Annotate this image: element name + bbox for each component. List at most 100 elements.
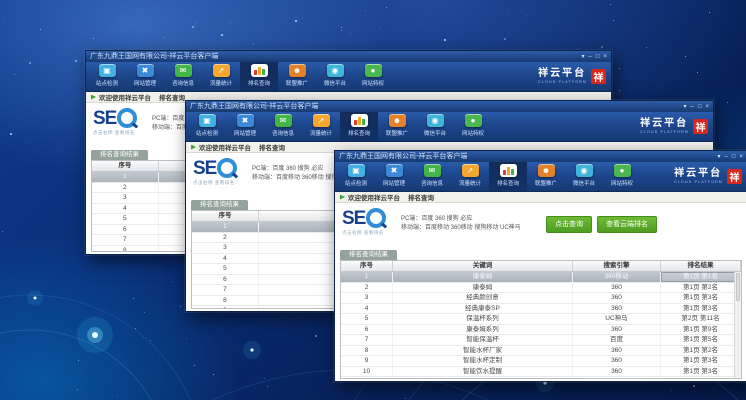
- alliance-promo-icon: ☻: [289, 64, 306, 77]
- brand-subtitle: CLOUD PLATFORM: [640, 130, 689, 134]
- cell-no: 2: [92, 183, 159, 193]
- toolbar-item-label: 联盟推广: [386, 129, 408, 137]
- cell-rank: 第1页 第2名: [661, 283, 741, 293]
- toolbar-item-label: 微信平台: [424, 129, 446, 137]
- table-row[interactable]: 7智能保温杯百度第1页 第5名: [341, 335, 741, 346]
- cell-no: 4: [92, 204, 159, 214]
- toolbar-item-label: 网站管理: [134, 79, 156, 87]
- close-button[interactable]: ×: [705, 104, 709, 110]
- tab-rank-results[interactable]: 排名查询结果: [91, 150, 148, 160]
- toolbar-item-site-check[interactable]: ▣站点检测: [337, 162, 375, 191]
- cell-no: 7: [192, 285, 259, 295]
- table-row[interactable]: 1康泰姆360移动第1页 第1名: [341, 272, 741, 283]
- minimize-button[interactable]: –: [725, 154, 728, 160]
- minimize-button[interactable]: –: [589, 54, 592, 60]
- toolbar-item-wechat-platform[interactable]: ◉ 微信平台: [416, 112, 454, 141]
- toolbar-item-traffic-stats[interactable]: ↗流量统计: [302, 112, 340, 141]
- wechat-platform-icon: ◉: [327, 64, 344, 77]
- maximize-button[interactable]: □: [732, 154, 736, 160]
- toolbar-item-wechat-platform[interactable]: ◉微信平台: [316, 62, 354, 91]
- toolbar-item-label: 网站管理: [234, 129, 256, 137]
- consult-info-icon: ✉: [275, 114, 292, 127]
- toolbar-item-traffic-stats[interactable]: ↗流量统计: [451, 162, 489, 191]
- brand-name: 祥云平台: [674, 169, 723, 179]
- cell-engine: 360: [573, 283, 661, 293]
- table-scrollbar[interactable]: [734, 272, 741, 378]
- site-check-icon: ▣: [99, 64, 116, 77]
- toolbar-item-site-privilege[interactable]: ●网站特权: [354, 62, 392, 91]
- view-cloud-rank-button[interactable]: 查看云端排名: [597, 216, 657, 233]
- table-row[interactable]: 5保温杯系列UC神马第2页 第11名: [341, 314, 741, 325]
- toolbar-item-wechat-platform[interactable]: ◉微信平台: [565, 162, 603, 191]
- site-privilege-icon: ●: [465, 114, 482, 127]
- table-row[interactable]: 6康泰姆系列360第1页 第9名: [341, 325, 741, 336]
- window-titlebar[interactable]: 广东九鼎王国网有限公司-祥云平台客户端 ▾ – □ ×: [86, 51, 611, 62]
- skin-button[interactable]: ▾: [718, 154, 721, 160]
- query-button[interactable]: 点击查询: [546, 216, 592, 233]
- tab-rank-results[interactable]: 排名查询结果: [191, 200, 248, 210]
- cell-no: 5: [192, 264, 259, 274]
- skin-button[interactable]: ▾: [582, 54, 585, 60]
- toolbar-item-label: 网站特权: [611, 179, 633, 187]
- cell-keyword: 保温杯系列: [393, 314, 573, 324]
- toolbar-item-label: 站点检测: [96, 79, 118, 87]
- toolbar-item-rank-query[interactable]: 排名查询: [340, 112, 378, 141]
- cell-engine: 360: [573, 304, 661, 314]
- window-controls: ▾ – □ ×: [578, 54, 608, 60]
- flag-icon: [91, 95, 96, 100]
- table-row[interactable]: 8智能水杯厂家360第1页 第2名: [341, 346, 741, 357]
- minimize-button[interactable]: –: [691, 104, 694, 110]
- seo-logo-text: SE: [93, 109, 116, 128]
- welcome-text: 欢迎使用祥云平台: [99, 92, 151, 102]
- column-header: 序号: [192, 211, 259, 221]
- toolbar-item-traffic-stats[interactable]: ↗流量统计: [202, 62, 240, 91]
- toolbar-item-site-check[interactable]: ▣站点检测: [188, 112, 226, 141]
- table-row[interactable]: 2康泰姆360第1页 第2名: [341, 283, 741, 294]
- skin-button[interactable]: ▾: [684, 104, 687, 110]
- welcome-section: 排名查询: [408, 192, 434, 202]
- table-row[interactable]: 4经典康泰SP360第1页 第3名: [341, 304, 741, 315]
- toolbar-item-rank-query[interactable]: 排名查询: [240, 62, 278, 91]
- cell-rank: 第1页 第3名: [661, 356, 741, 366]
- toolbar-item-alliance-promo[interactable]: ☻联盟推广: [378, 112, 416, 141]
- toolbar-item-consult-info[interactable]: ✉咨询信息: [264, 112, 302, 141]
- toolbar-item-label: 微信平台: [573, 179, 595, 187]
- toolbar-item-site-privilege[interactable]: ●网站特权: [603, 162, 641, 191]
- consult-info-icon: ✉: [175, 64, 192, 77]
- table-row[interactable]: 10智能饮水提醒360第1页 第3名: [341, 367, 741, 378]
- cell-engine: 百度: [573, 335, 661, 345]
- welcome-text: 欢迎使用祥云平台: [199, 142, 251, 152]
- consult-info-icon: ✉: [424, 164, 441, 177]
- window-titlebar[interactable]: 广东九鼎王国网有限公司-祥云平台客户端 ▾ – □ ×: [186, 101, 713, 112]
- toolbar-item-site-manage[interactable]: ✖网站管理: [226, 112, 264, 141]
- close-button[interactable]: ×: [739, 154, 743, 160]
- wechat-platform-icon: ◉: [427, 114, 444, 127]
- tab-rank-results[interactable]: 排名查询结果: [340, 250, 397, 260]
- maximize-button[interactable]: □: [698, 104, 702, 110]
- mobile-engines-text: 移动端：百度移动 360移动 搜狗移动 UC神马: [401, 224, 521, 233]
- toolbar-item-label: 网站特权: [462, 129, 484, 137]
- toolbar-item-site-check[interactable]: ▣ 站点检测: [88, 62, 126, 91]
- toolbar-item-label: 联盟推广: [286, 79, 308, 87]
- toolbar-item-rank-query[interactable]: 排名查询: [489, 162, 527, 191]
- toolbar-item-label: 网站特权: [362, 79, 384, 87]
- scrollbar-thumb[interactable]: [736, 273, 740, 301]
- table-row[interactable]: 3经典颜创意360第1页 第3名: [341, 293, 741, 304]
- toolbar-item-consult-info[interactable]: ✉咨询信息: [413, 162, 451, 191]
- cell-engine: 360: [573, 293, 661, 303]
- toolbar-item-site-manage[interactable]: ✖网站管理: [126, 62, 164, 91]
- toolbar-item-site-privilege[interactable]: ● 网站特权: [454, 112, 492, 141]
- close-button[interactable]: ×: [603, 54, 607, 60]
- magnifier-icon: [366, 208, 386, 228]
- cell-no: 3: [92, 193, 159, 203]
- cell-no: 8: [92, 246, 159, 253]
- toolbar-item-site-manage[interactable]: ✖网站管理: [375, 162, 413, 191]
- toolbar-item-consult-info[interactable]: ✉咨询信息: [164, 62, 202, 91]
- toolbar-item-alliance-promo[interactable]: ☻联盟推广: [527, 162, 565, 191]
- window-controls: ▾ – □ ×: [680, 104, 710, 110]
- table-row[interactable]: 9智能水杯定制360第1页 第3名: [341, 356, 741, 367]
- window-titlebar[interactable]: 广东九鼎王国网有限公司-祥云平台客户端 ▾ – □ ×: [335, 151, 746, 162]
- toolbar-item-alliance-promo[interactable]: ☻ 联盟推广: [278, 62, 316, 91]
- cell-no: 2: [341, 283, 393, 293]
- maximize-button[interactable]: □: [596, 54, 600, 60]
